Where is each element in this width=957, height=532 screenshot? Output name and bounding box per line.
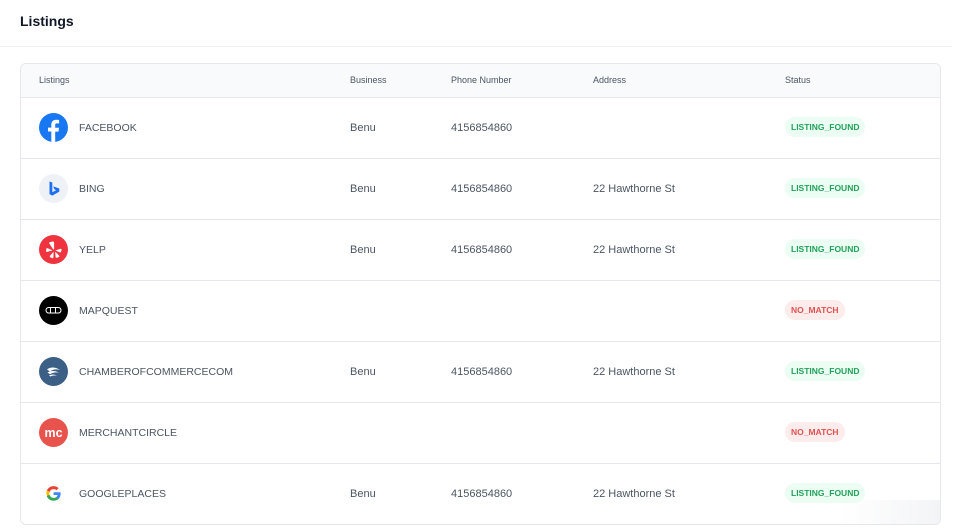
chamberofcommerce-logo-icon bbox=[39, 357, 68, 386]
listings-table: Listings Business Phone Number Address S… bbox=[20, 63, 941, 525]
table-row[interactable]: MAPQUEST NO_MATCH bbox=[21, 281, 940, 342]
page-header: Listings bbox=[0, 0, 952, 47]
merchantcircle-logo-icon: mc bbox=[39, 418, 68, 447]
column-header-address[interactable]: Address bbox=[593, 75, 626, 85]
table-row[interactable]: FACEBOOK Benu 4156854860 LISTING_FOUND bbox=[21, 98, 940, 159]
table-row[interactable]: mc MERCHANTCIRCLE NO_MATCH bbox=[21, 403, 940, 464]
table-row[interactable]: CHAMBEROFCOMMERCECOM Benu 4156854860 22 … bbox=[21, 342, 940, 403]
listing-phone: 4156854860 bbox=[451, 488, 513, 500]
table-row[interactable]: BING Benu 4156854860 22 Hawthorne St LIS… bbox=[21, 159, 940, 220]
yelp-logo-icon bbox=[39, 235, 68, 264]
merchantcircle-logo-text: mc bbox=[44, 426, 62, 440]
table-row[interactable]: YELP Benu 4156854860 22 Hawthorne St LIS… bbox=[21, 220, 940, 281]
facebook-logo-icon bbox=[39, 113, 68, 142]
column-header-status[interactable]: Status bbox=[785, 75, 811, 85]
status-badge: LISTING_FOUND bbox=[785, 117, 866, 137]
status-badge: NO_MATCH bbox=[785, 300, 845, 320]
table-row[interactable]: GOOGLEPLACES Benu 4156854860 22 Hawthorn… bbox=[21, 464, 940, 524]
listing-name: MAPQUEST bbox=[79, 305, 138, 317]
page-title: Listings bbox=[20, 13, 74, 29]
column-header-listings[interactable]: Listings bbox=[39, 75, 70, 85]
status-badge: LISTING_FOUND bbox=[785, 361, 866, 381]
listing-name: CHAMBEROFCOMMERCECOM bbox=[79, 366, 233, 378]
listing-name: GOOGLEPLACES bbox=[79, 488, 166, 500]
listing-name: FACEBOOK bbox=[79, 122, 137, 134]
listing-business: Benu bbox=[350, 122, 376, 134]
table-header: Listings Business Phone Number Address S… bbox=[21, 64, 940, 98]
bing-logo-icon bbox=[39, 174, 68, 203]
status-badge: LISTING_FOUND bbox=[785, 239, 866, 259]
mapquest-logo-icon bbox=[39, 296, 68, 325]
status-badge: LISTING_FOUND bbox=[785, 178, 866, 198]
scroll-fade bbox=[840, 500, 940, 524]
listing-business: Benu bbox=[350, 488, 376, 500]
listing-address: 22 Hawthorne St bbox=[593, 244, 675, 256]
status-badge: NO_MATCH bbox=[785, 422, 845, 442]
listing-phone: 4156854860 bbox=[451, 244, 513, 256]
listing-business: Benu bbox=[350, 183, 376, 195]
listing-phone: 4156854860 bbox=[451, 366, 513, 378]
listing-name: BING bbox=[79, 183, 105, 195]
listing-phone: 4156854860 bbox=[451, 122, 513, 134]
listing-business: Benu bbox=[350, 366, 376, 378]
listing-name: MERCHANTCIRCLE bbox=[79, 427, 178, 439]
listing-business: Benu bbox=[350, 244, 376, 256]
listing-name: YELP bbox=[79, 244, 106, 256]
listing-phone: 4156854860 bbox=[451, 183, 513, 195]
listing-address: 22 Hawthorne St bbox=[593, 366, 675, 378]
column-header-business[interactable]: Business bbox=[350, 75, 387, 85]
google-logo-icon bbox=[39, 479, 68, 508]
column-header-phone[interactable]: Phone Number bbox=[451, 75, 512, 85]
listing-address: 22 Hawthorne St bbox=[593, 488, 675, 500]
listing-address: 22 Hawthorne St bbox=[593, 183, 675, 195]
